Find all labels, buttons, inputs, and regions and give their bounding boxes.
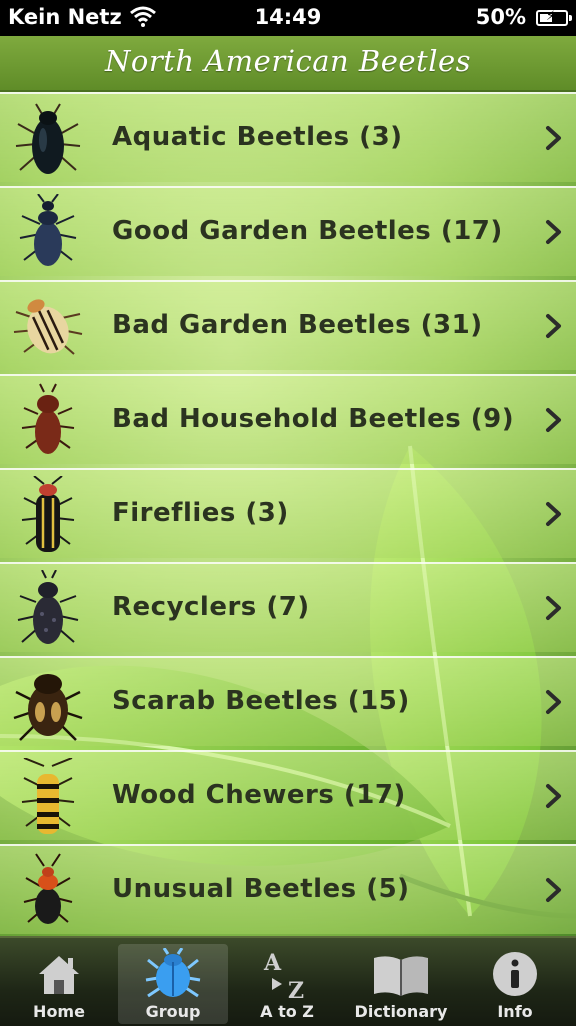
ground-beetle-icon [19,194,77,266]
chevron-right-icon [546,690,561,714]
info-icon [493,952,537,996]
nav-bar: North American Beetles [0,36,576,92]
tab-info[interactable]: Info [460,944,570,1024]
tab-home[interactable]: Home [4,944,114,1024]
chevron-right-icon [546,596,561,620]
aquatic-beetle-icon [15,103,81,174]
chevron-right-icon [546,220,561,244]
chevron-right-icon [546,408,561,432]
scarab-beetle-icon [13,674,83,741]
list-item[interactable]: Recyclers (7) [0,562,576,652]
group-label: Wood Chewers (17) [112,780,406,810]
chevron-right-icon [546,784,561,808]
household-beetle-icon [21,383,75,454]
recycler-beetle-icon [17,570,79,644]
group-list: Aquatic Beetles (3) Good Garden Beetles … [0,92,576,938]
chevron-right-icon [546,314,561,338]
group-label: Bad Garden Beetles (31) [112,310,483,340]
list-item[interactable]: Aquatic Beetles (3) [0,92,576,182]
firefly-icon [21,476,75,552]
list-item[interactable]: Bad Garden Beetles (31) [0,280,576,370]
tab-bar: Home Group A Z A to Z Dictionary Info [0,936,576,1026]
status-bar: Kein Netz 14:49 50% ⚡ [0,0,576,36]
beetle-icon [145,948,201,998]
list-item[interactable]: Bad Household Beetles (9) [0,374,576,464]
tab-dictionary[interactable]: Dictionary [346,944,456,1024]
battery-percent: 50% [475,5,526,29]
battery-icon: ⚡ [536,9,572,26]
group-label: Recyclers (7) [112,592,310,622]
group-label: Unusual Beetles (5) [112,874,410,904]
potato-beetle-icon [13,299,83,355]
list-item[interactable]: Wood Chewers (17) [0,750,576,840]
list-item[interactable]: Fireflies (3) [0,468,576,558]
chevron-right-icon [546,126,561,150]
list-item[interactable]: Scarab Beetles (15) [0,656,576,746]
tab-group[interactable]: Group [118,944,228,1024]
chevron-right-icon [546,502,561,526]
book-icon [374,956,428,996]
group-label: Fireflies (3) [112,498,289,528]
page-title: North American Beetles [104,44,472,78]
chevron-right-icon [546,878,561,902]
wood-chewer-beetle-icon [21,758,75,834]
a-to-z-icon: A Z [263,950,304,1000]
list-item[interactable]: Unusual Beetles (5) [0,844,576,934]
list-item[interactable]: Good Garden Beetles (17) [0,186,576,276]
svg-text:Z: Z [288,978,304,1000]
svg-text:A: A [263,950,282,976]
group-label: Bad Household Beetles (9) [112,404,515,434]
unusual-beetle-icon [23,853,73,924]
tab-a-to-z[interactable]: A Z A to Z [232,944,342,1024]
group-label: Good Garden Beetles (17) [112,216,503,246]
group-label: Scarab Beetles (15) [112,686,410,716]
home-icon [39,956,79,994]
group-label: Aquatic Beetles (3) [112,122,403,152]
